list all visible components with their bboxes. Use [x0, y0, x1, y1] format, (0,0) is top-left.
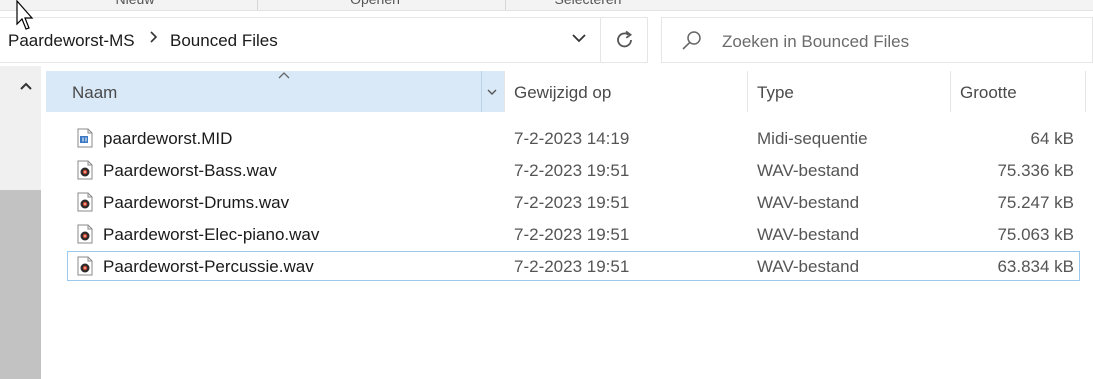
file-size: 75.247 kB: [997, 193, 1074, 212]
file-name[interactable]: paardeworst.MID: [103, 129, 232, 149]
file-size: 64 kB: [1030, 129, 1074, 148]
file-type: WAV-bestand: [757, 161, 860, 180]
file-modified: 7-2-2023 19:51: [514, 225, 630, 244]
file-modified: 7-2-2023 19:51: [514, 193, 630, 212]
scrollbar-thumb[interactable]: [0, 190, 41, 379]
column-filter-chevron-icon[interactable]: [486, 87, 498, 97]
ribbon-divider: [505, 0, 506, 10]
column-divider[interactable]: [950, 71, 951, 112]
file-type: Midi-sequentie: [757, 129, 868, 148]
file-modified: 7-2-2023 14:19: [514, 129, 630, 148]
column-divider[interactable]: [747, 71, 748, 112]
column-divider: [481, 71, 482, 112]
ribbon-divider: [257, 0, 258, 10]
ribbon-group-select[interactable]: Selecteren: [548, 0, 628, 10]
column-header-size[interactable]: Grootte: [960, 83, 1017, 103]
file-name[interactable]: Paardeworst-Bass.wav: [103, 161, 277, 181]
search-input[interactable]: Zoeken in Bounced Files: [722, 32, 909, 52]
midi-file-icon: [77, 128, 93, 148]
wav-file-icon: [77, 160, 93, 180]
file-size: 75.063 kB: [997, 225, 1074, 244]
file-size: 63.834 kB: [997, 257, 1074, 276]
ribbon-group-open[interactable]: Openen: [340, 0, 410, 10]
chevron-down-icon[interactable]: [570, 31, 588, 45]
file-name[interactable]: Paardeworst-Drums.wav: [103, 193, 289, 213]
file-explorer-window: Nieuw Openen Selecteren Paardeworst-MS B…: [0, 0, 1093, 379]
ribbon-group-new[interactable]: Nieuw: [100, 0, 170, 10]
sort-ascending-icon: [278, 72, 290, 79]
wav-file-icon: [77, 224, 93, 244]
column-divider[interactable]: [504, 71, 505, 112]
file-type: WAV-bestand: [757, 193, 860, 212]
search-icon: [682, 31, 701, 50]
file-name[interactable]: Paardeworst-Percussie.wav: [103, 257, 314, 277]
scroll-up-icon[interactable]: [19, 81, 33, 91]
refresh-icon[interactable]: [614, 28, 636, 52]
file-type: WAV-bestand: [757, 257, 860, 276]
wav-file-icon: [77, 192, 93, 212]
column-header-modified[interactable]: Gewijzigd op: [514, 83, 611, 103]
breadcrumb-item-parent[interactable]: Paardeworst-MS: [8, 31, 135, 51]
column-header-type[interactable]: Type: [757, 83, 794, 103]
chevron-right-icon: [150, 31, 158, 43]
file-name[interactable]: Paardeworst-Elec-piano.wav: [103, 225, 319, 245]
breadcrumb-item-current[interactable]: Bounced Files: [170, 31, 278, 51]
column-header-name-label: Naam: [72, 83, 118, 102]
file-modified: 7-2-2023 19:51: [514, 257, 630, 276]
column-divider[interactable]: [1085, 71, 1086, 112]
file-modified: 7-2-2023 19:51: [514, 161, 630, 180]
mouse-cursor-icon: [16, 0, 34, 30]
address-divider: [600, 17, 601, 63]
file-size: 75.336 kB: [997, 161, 1074, 180]
ribbon: Nieuw Openen Selecteren: [0, 0, 1093, 11]
wav-file-icon: [77, 256, 93, 276]
file-type: WAV-bestand: [757, 225, 860, 244]
